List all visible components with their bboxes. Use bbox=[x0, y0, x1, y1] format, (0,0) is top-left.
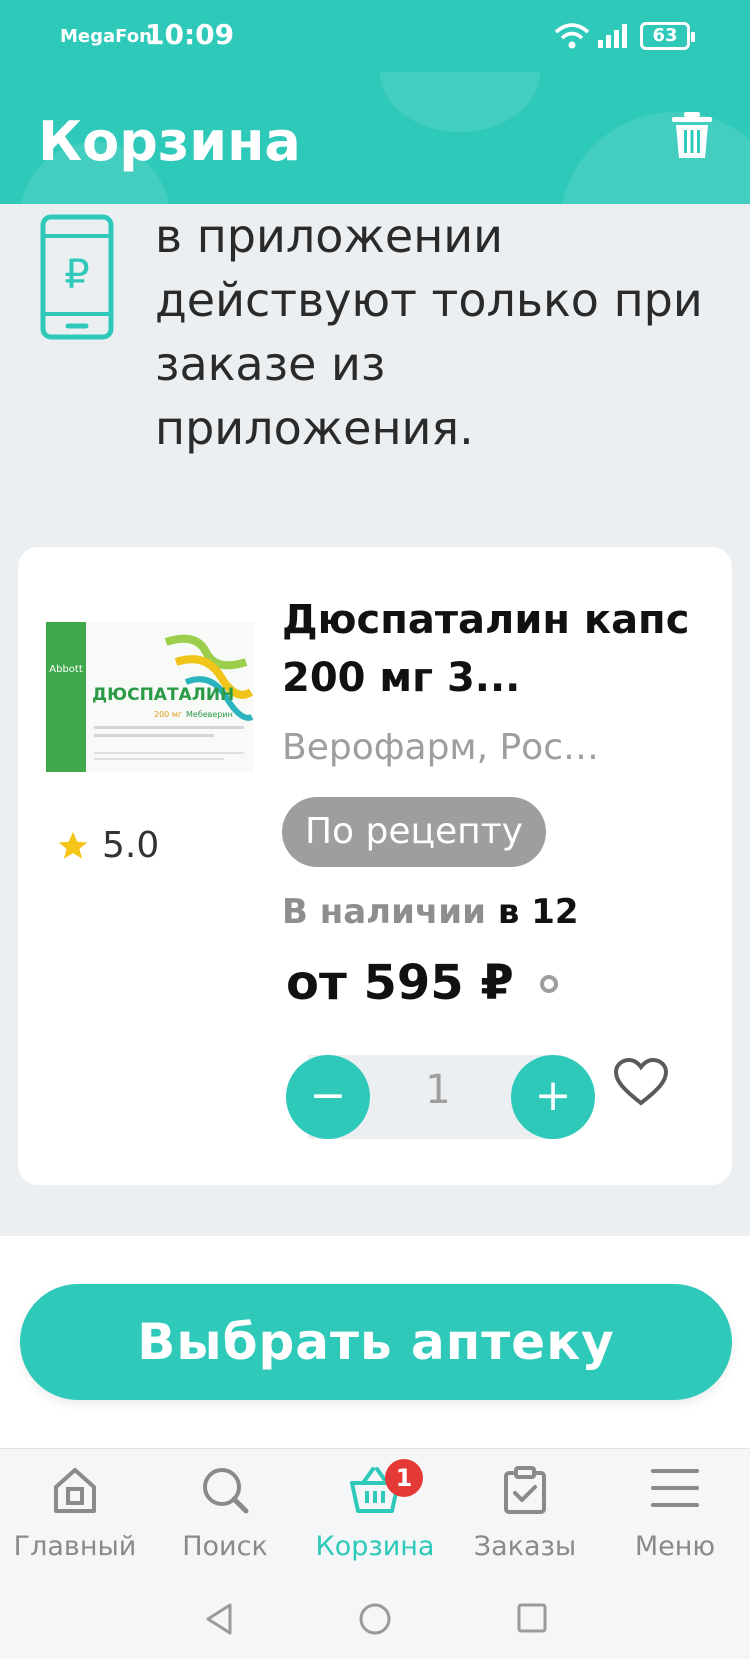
availability-label: В наличии bbox=[282, 892, 486, 932]
status-bar: MegaFon 10:09 63 bbox=[0, 0, 750, 72]
nav-search-label: Поиск bbox=[182, 1531, 268, 1562]
app-header: Корзина bbox=[0, 72, 750, 204]
product-image-sub: Мебеверин bbox=[186, 710, 233, 719]
availability-info: В наличии в 12 bbox=[282, 892, 579, 932]
system-navigation-bar bbox=[0, 1582, 750, 1659]
home-circle-icon[interactable] bbox=[358, 1602, 392, 1636]
page-title: Корзина bbox=[38, 110, 301, 173]
nav-menu-label: Меню bbox=[634, 1531, 716, 1562]
info-icon[interactable] bbox=[540, 975, 558, 993]
product-manufacturer: Верофарм, Росс... bbox=[282, 727, 612, 768]
nav-menu[interactable]: Меню bbox=[600, 1449, 750, 1583]
home-icon bbox=[54, 1468, 96, 1513]
orders-icon bbox=[504, 1466, 546, 1514]
nav-cart-label: Корзина bbox=[315, 1531, 435, 1562]
rating-value: 5.0 bbox=[102, 825, 160, 866]
nav-home[interactable]: Главный bbox=[0, 1449, 150, 1583]
cart-count-badge: 1 bbox=[385, 1459, 423, 1497]
increase-quantity-button[interactable]: + bbox=[511, 1055, 595, 1139]
nav-cart[interactable]: 1 Корзина bbox=[300, 1449, 450, 1583]
nav-search[interactable]: Поиск bbox=[150, 1449, 300, 1583]
product-image-label: ДЮСПАТАЛИН bbox=[92, 685, 234, 705]
header-decoration bbox=[560, 112, 750, 204]
product-name[interactable]: Дюспаталин капс 200 мг 3... bbox=[282, 591, 702, 707]
search-icon bbox=[203, 1468, 249, 1514]
battery-indicator: 63 bbox=[640, 22, 695, 50]
cart-item-card: Abbott ДЮСПАТАЛИН 200 мг Мебеверин 5.0 Д… bbox=[18, 547, 732, 1185]
phone-ruble-icon: ₽ bbox=[40, 214, 114, 340]
decrease-quantity-button[interactable]: − bbox=[286, 1055, 370, 1139]
product-rating: 5.0 bbox=[56, 825, 159, 866]
star-icon bbox=[58, 831, 88, 859]
header-decoration bbox=[380, 72, 540, 132]
nav-orders-label: Заказы bbox=[473, 1531, 577, 1562]
promo-text: в приложении действуют только при заказе… bbox=[155, 209, 703, 455]
product-price: от 595 ₽ bbox=[286, 955, 514, 1011]
product-image-brand: Abbott bbox=[49, 664, 83, 675]
heart-icon[interactable] bbox=[613, 1057, 669, 1107]
availability-count: в 12 bbox=[497, 892, 579, 932]
clock: 10:09 bbox=[145, 18, 235, 51]
back-icon[interactable] bbox=[204, 1602, 234, 1636]
trash-icon[interactable] bbox=[670, 110, 714, 160]
product-image[interactable]: Abbott ДЮСПАТАЛИН 200 мг Мебеверин bbox=[46, 622, 254, 772]
wifi-icon bbox=[554, 23, 590, 49]
svg-text:₽: ₽ bbox=[64, 252, 89, 298]
menu-icon bbox=[651, 1469, 699, 1507]
nav-orders[interactable]: Заказы bbox=[450, 1449, 600, 1583]
product-image-dose: 200 мг bbox=[154, 710, 182, 719]
signal-icon bbox=[598, 24, 627, 48]
quantity-value: 1 bbox=[425, 1067, 451, 1113]
nav-home-label: Главный bbox=[13, 1531, 137, 1562]
bottom-navigation: Главный Поиск 1 Корзина Заказы Меню bbox=[0, 1448, 750, 1582]
recents-icon[interactable] bbox=[516, 1602, 548, 1634]
prescription-badge: По рецепту bbox=[282, 797, 546, 867]
choose-pharmacy-button[interactable]: Выбрать аптеку bbox=[20, 1284, 732, 1400]
carrier-name: MegaFon bbox=[60, 26, 152, 47]
